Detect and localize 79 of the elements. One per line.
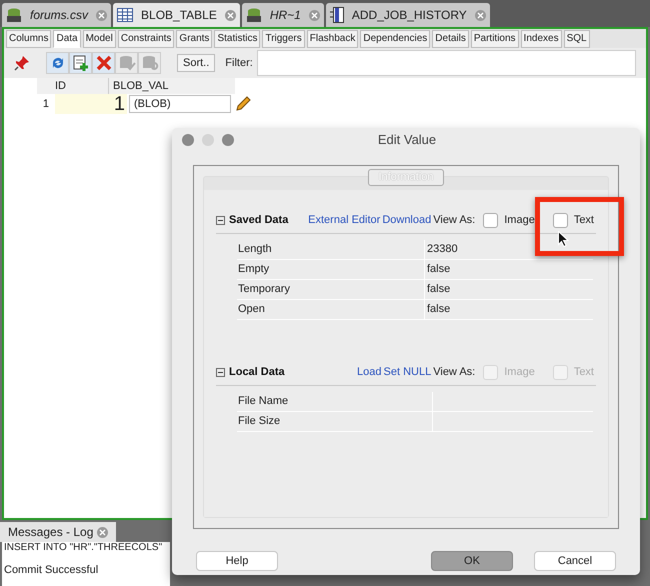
property-value: false [426,282,450,298]
close-icon[interactable] [474,10,486,20]
row-number: 1 [42,96,50,112]
checkbox-label: Image [504,213,535,228]
database-icon [6,7,22,23]
sub-tab[interactable]: Triggers [262,30,305,48]
sub-tab[interactable]: SQL [564,30,590,48]
section-title: Local Data [229,365,285,380]
sub-tab[interactable]: Data [53,30,81,48]
sub-tab[interactable]: Dependencies [360,30,430,48]
checkbox-label: Image [504,365,535,380]
checkbox[interactable] [483,213,498,228]
window-close-button[interactable] [182,134,194,146]
sub-tab[interactable]: Model [82,30,116,48]
log-line: Commit Successful [4,563,98,578]
toolbar-button[interactable] [69,52,92,74]
window-title: Edit Value [376,131,438,150]
add-row-icon [72,54,90,72]
sub-tab[interactable]: Flashback [306,30,358,48]
property-name: Length [237,240,425,259]
delete-icon [94,54,112,72]
view-as-label: View As: [433,213,476,228]
mouse-pointer-icon [558,231,569,247]
editor-tab[interactable]: forums.csv [2,3,112,27]
checkbox[interactable] [552,213,568,228]
pin-icon[interactable] [14,55,30,71]
sort-button[interactable]: Sort.. [177,54,216,72]
link[interactable]: Load [357,364,382,381]
sub-tab[interactable]: Grants [176,30,212,48]
log-line: INSERT INTO "HR"."THREECOLS" [4,542,162,554]
window-zoom-button[interactable] [222,134,234,146]
sub-tab[interactable]: Indexes [520,30,562,48]
property-name: Empty [237,260,425,279]
link[interactable]: Set NULL [384,364,432,381]
dialog-button[interactable]: Cancel [534,551,616,571]
collapse-icon[interactable] [216,216,225,225]
toolbar-button[interactable] [92,52,115,74]
property-value: 23380 [426,242,458,258]
collapse-icon[interactable] [216,368,225,377]
table-cell[interactable]: (BLOB) [129,95,231,113]
property-name: File Size [237,412,433,431]
property-value: false [426,302,450,318]
section-title: Saved Data [229,213,288,228]
editor-tab[interactable]: HR~1 [242,3,324,27]
document-icon [330,7,344,23]
property-name: Open [237,300,425,319]
editor-tab[interactable]: BLOB_TABLE [113,3,240,27]
checkbox-label: Text [574,213,594,228]
sub-tab[interactable]: Columns [6,30,52,48]
log-tab[interactable]: Messages - Log [0,522,116,542]
pencil-icon[interactable] [235,96,251,112]
sub-tab[interactable]: Partitions [470,30,519,48]
database-icon [246,7,262,23]
database-undo-icon [140,54,158,72]
table-grid-icon [117,8,134,22]
editor-tab[interactable]: ADD_JOB_HISTORY [326,3,490,27]
dialog-button[interactable]: OK [431,551,513,571]
property-value: false [426,262,450,278]
property-name: Temporary [237,280,425,299]
property-name: File Name [237,392,433,411]
close-icon[interactable] [96,10,108,20]
checkbox-label: Text [574,365,594,380]
filter-field[interactable] [256,50,636,76]
close-icon[interactable] [308,10,320,20]
link[interactable]: External Editor [308,212,380,229]
sub-tab[interactable]: Statistics [214,30,260,48]
close-icon[interactable] [97,526,108,538]
database-check-icon [118,54,136,72]
table-cell[interactable]: 1 [55,94,127,114]
sub-tab[interactable]: Constraints [118,30,174,48]
dialog-button[interactable]: Help [196,551,278,571]
link[interactable]: Download [382,212,432,229]
column-header[interactable]: ID [37,78,109,94]
toolbar-button[interactable] [46,52,69,74]
sub-tab[interactable]: Details [432,30,469,48]
close-icon[interactable] [224,10,236,20]
filter-label: Filter: [225,56,253,71]
column-header[interactable]: BLOB_VAL [109,78,235,94]
view-as-label: View As: [433,365,476,380]
